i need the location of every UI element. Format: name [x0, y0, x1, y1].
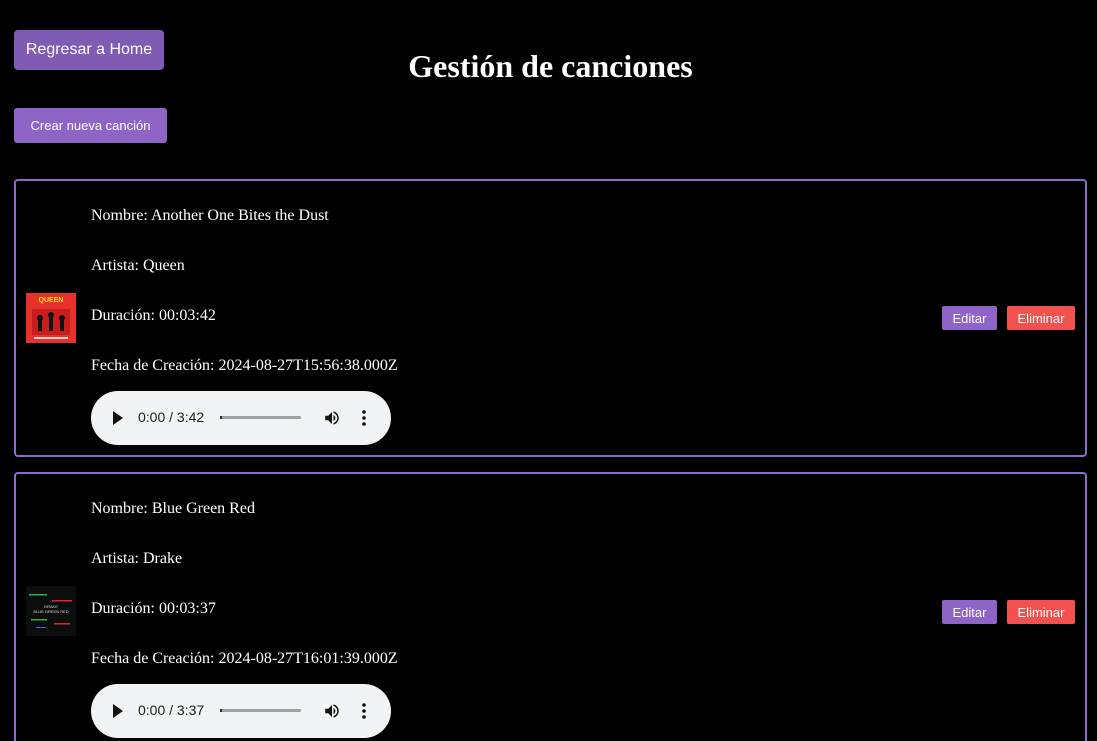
audio-time: 0:00 / 3:37 — [138, 702, 205, 718]
svg-text:BLUE GREEN RED: BLUE GREEN RED — [33, 609, 68, 614]
create-song-button[interactable]: Crear nueva canción — [14, 108, 167, 143]
edit-button[interactable]: Editar — [942, 306, 997, 330]
song-card: DRAKE BLUE GREEN RED Nombre: Blue Green … — [14, 472, 1087, 741]
audio-player: 0:00 / 3:42 — [91, 391, 391, 445]
song-management-page: Regresar a Home Gestión de canciones Cre… — [0, 0, 1097, 741]
song-name: Nombre: Another One Bites the Dust — [91, 207, 329, 224]
audio-time: 0:00 / 3:42 — [138, 409, 205, 425]
delete-button[interactable]: Eliminar — [1007, 306, 1075, 330]
more-options-icon[interactable] — [361, 409, 367, 427]
play-icon[interactable] — [113, 704, 123, 718]
delete-button[interactable]: Eliminar — [1007, 600, 1075, 624]
audio-player: 0:00 / 3:37 — [91, 684, 391, 738]
song-name: Nombre: Blue Green Red — [91, 500, 255, 517]
album-cover-image: DRAKE BLUE GREEN RED — [26, 586, 76, 636]
page-title: Gestión de canciones — [408, 48, 693, 84]
audio-seek-bar[interactable] — [220, 709, 301, 712]
audio-seek-bar[interactable] — [220, 416, 301, 419]
edit-button[interactable]: Editar — [942, 600, 997, 624]
more-options-icon[interactable] — [361, 702, 367, 720]
play-icon[interactable] — [113, 411, 123, 425]
song-duration: Duración: 00:03:37 — [91, 600, 216, 617]
song-created-date: Fecha de Creación: 2024-08-27T15:56:38.0… — [91, 357, 398, 374]
volume-icon[interactable] — [323, 702, 341, 720]
volume-icon[interactable] — [323, 409, 341, 427]
song-created-date: Fecha de Creación: 2024-08-27T16:01:39.0… — [91, 650, 398, 667]
album-cover-image: QUEEN — [26, 293, 76, 343]
song-card: QUEEN Nombre: Another One Bites the Dust… — [14, 179, 1087, 457]
song-artist: Artista: Queen — [91, 257, 185, 274]
song-duration: Duración: 00:03:42 — [91, 307, 216, 324]
svg-text:QUEEN: QUEEN — [39, 297, 64, 304]
song-artist: Artista: Drake — [91, 550, 183, 567]
